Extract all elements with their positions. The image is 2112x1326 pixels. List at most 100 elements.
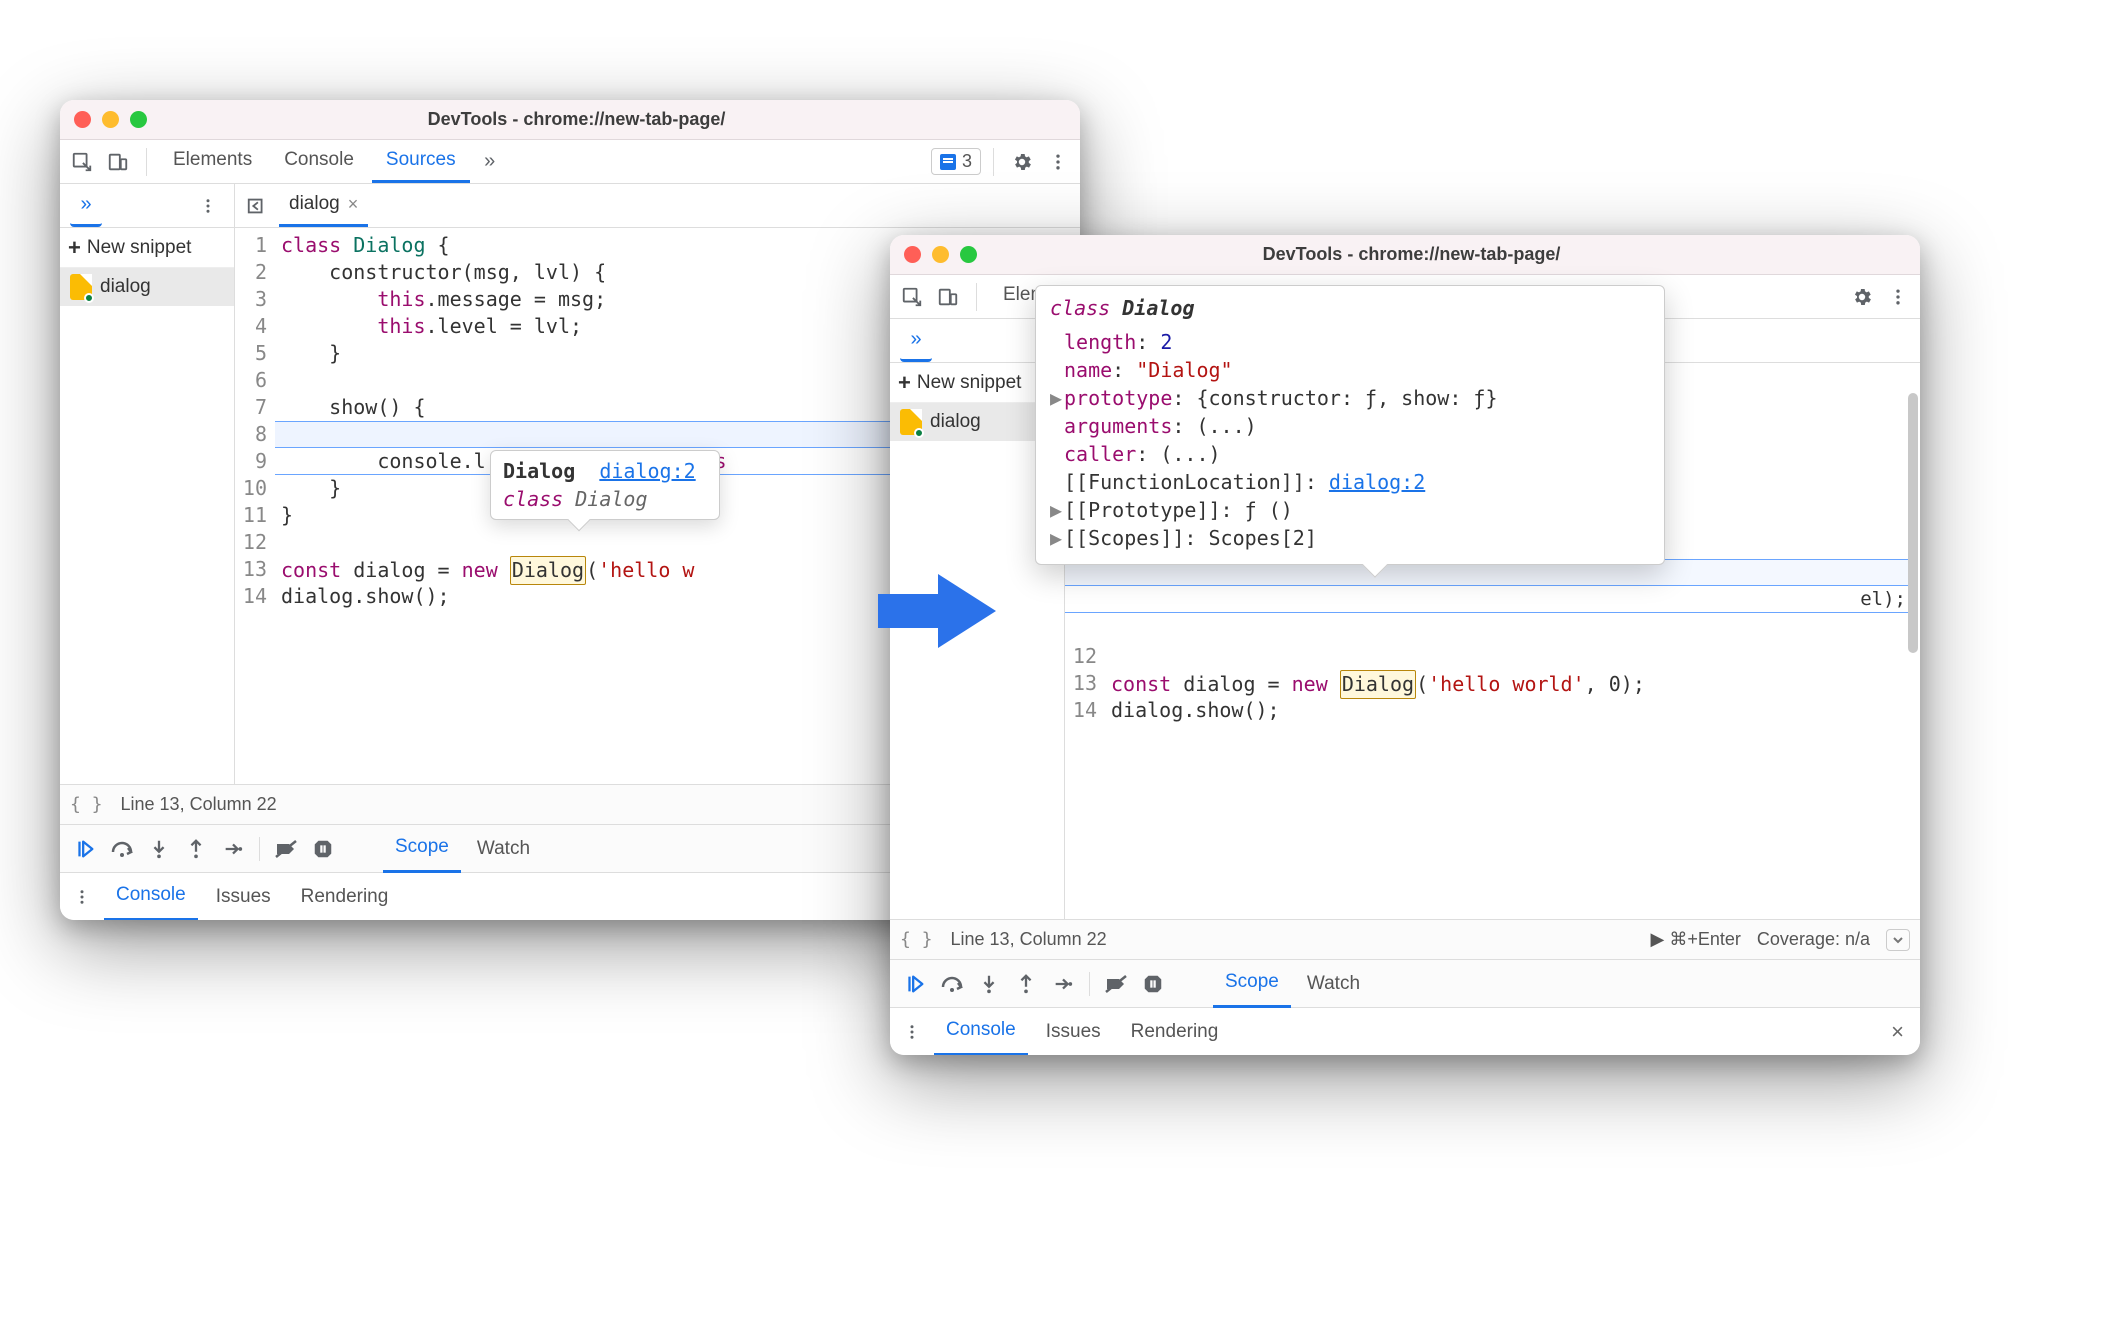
maximize-window-button[interactable] (960, 246, 977, 263)
kebab-menu-icon[interactable] (1042, 146, 1074, 178)
quick-preview-tooltip: Dialog dialog:2 class Dialog (490, 450, 720, 520)
expand-internal-prototype[interactable]: ▶[[Prototype]]: ƒ () (1050, 496, 1650, 524)
modified-dot-icon (84, 293, 94, 303)
drawer-close-icon[interactable]: × (1881, 1019, 1914, 1045)
code-remnant: el); (1860, 586, 1906, 613)
transition-arrow (878, 566, 998, 656)
titlebar: DevTools - chrome://new-tab-page/ (890, 235, 1920, 275)
plus-icon: + (68, 235, 81, 261)
navigator-kebab-icon[interactable] (192, 190, 224, 222)
device-toolbar-icon[interactable] (102, 146, 134, 178)
file-tab-label: dialog (289, 193, 340, 215)
watch-tab[interactable]: Watch (465, 825, 542, 873)
window-title: DevTools - chrome://new-tab-page/ (147, 109, 1006, 130)
new-snippet-label: New snippet (917, 372, 1022, 394)
tab-elements[interactable]: Elements (159, 140, 266, 183)
step-icon[interactable] (1046, 967, 1080, 1001)
hovered-token-dialog[interactable]: Dialog (1340, 670, 1416, 699)
cursor-position: Line 13, Column 22 (121, 794, 277, 815)
cursor-position: Line 13, Column 22 (951, 929, 1107, 950)
maximize-window-button[interactable] (130, 111, 147, 128)
scope-tab[interactable]: Scope (1213, 960, 1291, 1008)
resume-icon[interactable] (898, 967, 932, 1001)
new-snippet-label: New snippet (87, 237, 192, 259)
tooltip-source-link[interactable]: dialog:2 (599, 459, 695, 483)
deactivate-breakpoints-icon[interactable] (269, 832, 303, 866)
step-into-icon[interactable] (972, 967, 1006, 1001)
drawer-kebab-icon[interactable] (896, 1016, 928, 1048)
settings-gear-icon[interactable] (1846, 281, 1878, 313)
close-window-button[interactable] (74, 111, 91, 128)
nav-back-icon[interactable] (241, 190, 273, 222)
resume-icon[interactable] (68, 832, 102, 866)
expand-prototype[interactable]: ▶prototype: {constructor: ƒ, show: ƒ} (1050, 384, 1650, 412)
modified-dot-icon (914, 428, 924, 438)
drawer-tab-issues[interactable]: Issues (1034, 1008, 1113, 1056)
run-snippet-button[interactable]: ▶ ⌘+Enter (1651, 929, 1741, 950)
snippets-sidebar: + New snippet dialog (60, 228, 235, 784)
step-icon[interactable] (216, 832, 250, 866)
drawer-tab-console[interactable]: Console (934, 1008, 1028, 1056)
watch-tab[interactable]: Watch (1295, 960, 1372, 1008)
inspect-element-icon[interactable] (66, 146, 98, 178)
deactivate-breakpoints-icon[interactable] (1099, 967, 1133, 1001)
snippet-file-label: dialog (100, 276, 151, 298)
more-tabs-icon[interactable]: » (474, 146, 506, 178)
step-out-icon[interactable] (179, 832, 213, 866)
minimize-window-button[interactable] (102, 111, 119, 128)
pause-on-exceptions-icon[interactable] (306, 832, 340, 866)
object-preview-popover: class Dialog length: 2 name: "Dialog" ▶p… (1035, 285, 1665, 565)
issues-icon (940, 154, 956, 170)
status-dropdown-icon[interactable] (1886, 929, 1910, 951)
function-location-link[interactable]: dialog:2 (1329, 470, 1425, 494)
step-into-icon[interactable] (142, 832, 176, 866)
drawer-tabs: Console Issues Rendering × (890, 1007, 1920, 1055)
traffic-lights (74, 111, 147, 128)
device-toolbar-icon[interactable] (932, 281, 964, 313)
traffic-lights (904, 246, 977, 263)
step-out-icon[interactable] (1009, 967, 1043, 1001)
titlebar: DevTools - chrome://new-tab-page/ (60, 100, 1080, 140)
kebab-menu-icon[interactable] (1882, 281, 1914, 313)
file-bar: » dialog × (60, 184, 1080, 228)
close-file-tab-icon[interactable]: × (348, 194, 359, 215)
minimize-window-button[interactable] (932, 246, 949, 263)
settings-gear-icon[interactable] (1006, 146, 1038, 178)
navigator-toggle-icon[interactable]: » (900, 319, 932, 362)
issues-badge[interactable]: 3 (931, 148, 981, 175)
tab-console[interactable]: Console (270, 140, 368, 183)
step-over-icon[interactable] (105, 832, 139, 866)
inspect-element-icon[interactable] (896, 281, 928, 313)
pretty-print-icon[interactable]: { } (900, 929, 933, 950)
line-gutter: 123 456 789 101112 1314 (235, 228, 275, 784)
code-editor[interactable]: el); 121314 const dialog = new Dialog('h… (1065, 363, 1920, 919)
drawer-tab-issues[interactable]: Issues (204, 873, 283, 921)
plus-icon: + (898, 370, 911, 396)
step-over-icon[interactable] (935, 967, 969, 1001)
file-tab-dialog[interactable]: dialog × (279, 184, 368, 227)
tooltip-class-name: Dialog (503, 459, 575, 483)
window-title: DevTools - chrome://new-tab-page/ (977, 244, 1846, 265)
editor-scrollbar[interactable] (1908, 393, 1918, 653)
devtools-window-after: DevTools - chrome://new-tab-page/ Elemen… (890, 235, 1920, 1055)
drawer-tab-rendering[interactable]: Rendering (1119, 1008, 1231, 1056)
line-gutter: 121314 (1065, 643, 1105, 724)
editor-status-bar: { } Line 13, Column 22 ▶ ⌘+Enter Coverag… (890, 919, 1920, 959)
expand-scopes[interactable]: ▶[[Scopes]]: Scopes[2] (1050, 524, 1650, 552)
drawer-tab-rendering[interactable]: Rendering (289, 873, 401, 921)
scope-tab[interactable]: Scope (383, 825, 461, 873)
close-window-button[interactable] (904, 246, 921, 263)
execution-line-highlight (1065, 586, 1912, 613)
hovered-token-dialog[interactable]: Dialog (510, 556, 586, 585)
tab-sources[interactable]: Sources (372, 140, 470, 183)
new-snippet-button[interactable]: + New snippet (60, 228, 234, 268)
navigator-toggle-icon[interactable]: » (70, 184, 102, 227)
drawer-kebab-icon[interactable] (66, 881, 98, 913)
editor-area: + New snippet dialog el); 121314 (890, 363, 1920, 919)
debugger-toolbar: Scope Watch (890, 959, 1920, 1007)
pause-on-exceptions-icon[interactable] (1136, 967, 1170, 1001)
drawer-tab-console[interactable]: Console (104, 873, 198, 921)
snippet-file-dialog[interactable]: dialog (60, 268, 234, 306)
pretty-print-icon[interactable]: { } (70, 794, 103, 815)
snippet-file-label: dialog (930, 411, 981, 433)
